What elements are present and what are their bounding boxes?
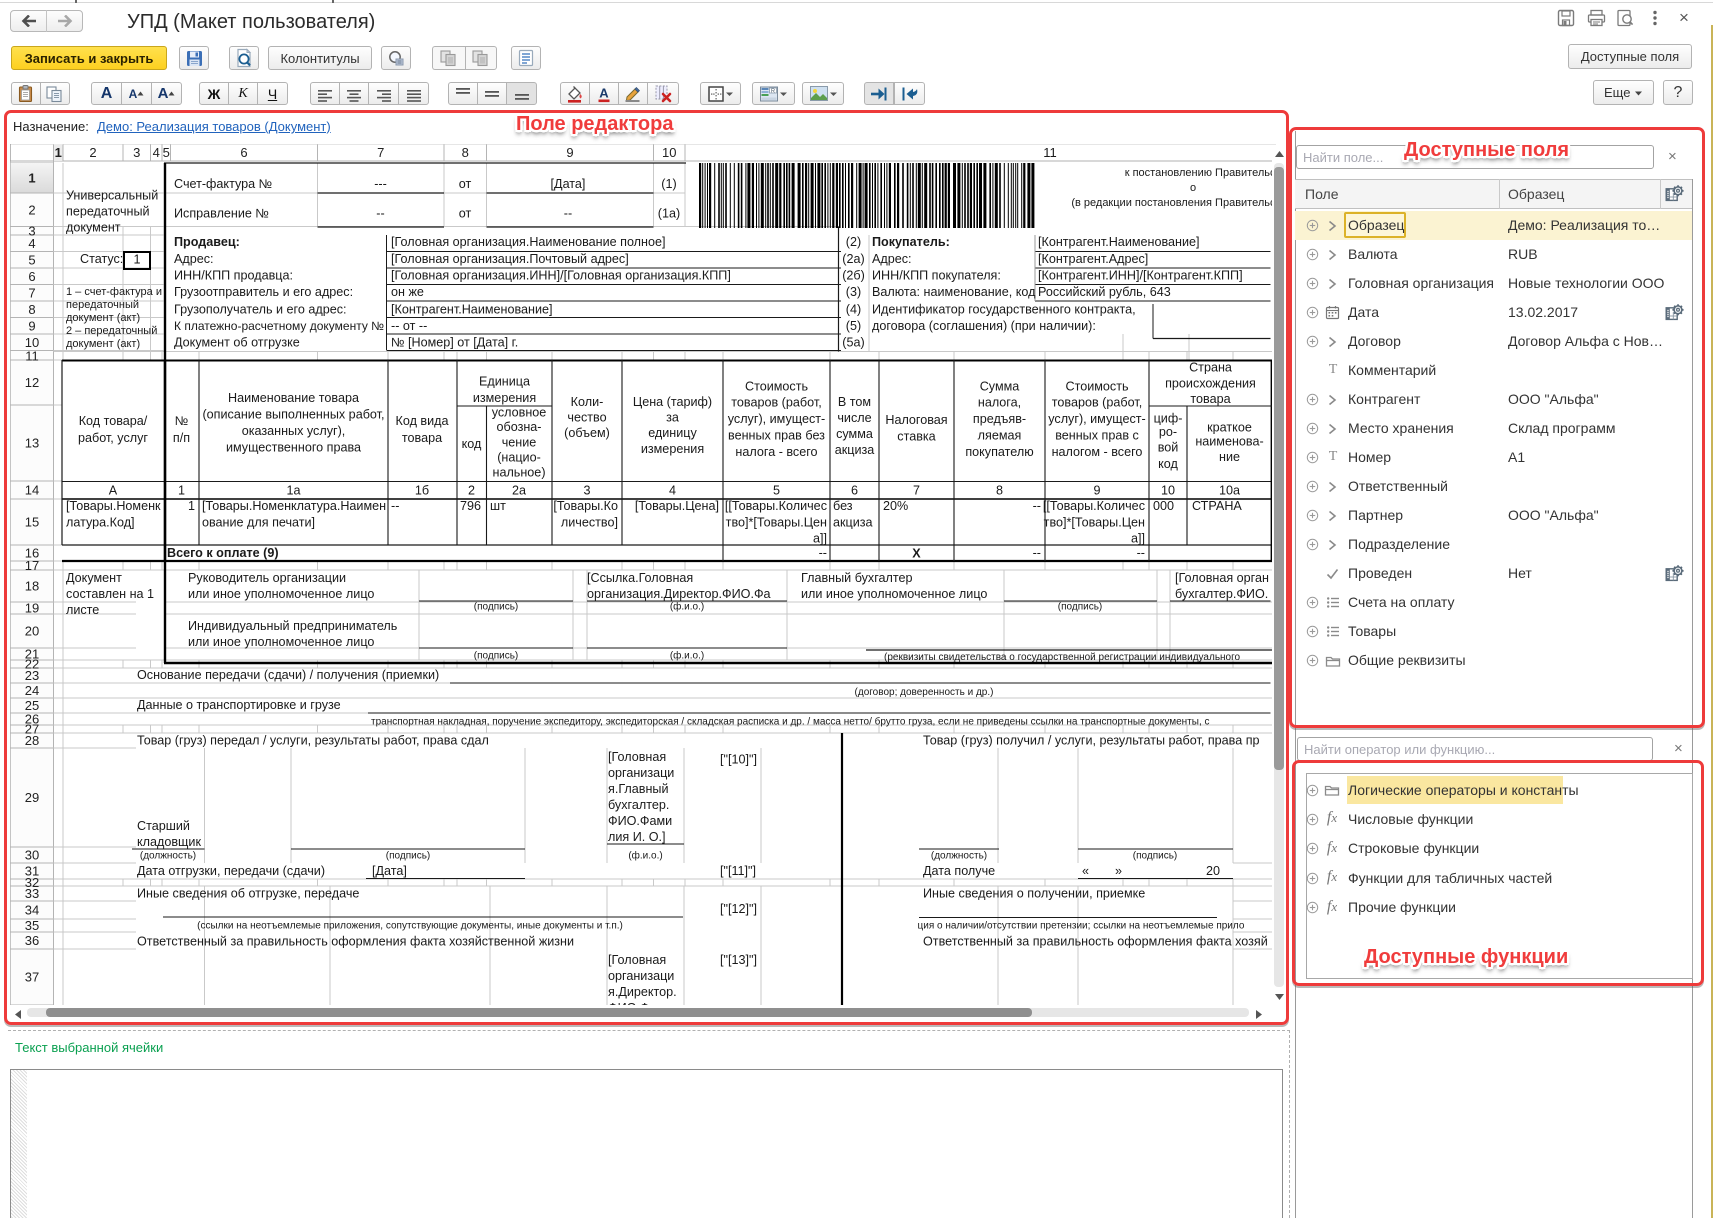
- svg-text:R: R: [771, 88, 775, 94]
- svg-text:A: A: [599, 85, 609, 100]
